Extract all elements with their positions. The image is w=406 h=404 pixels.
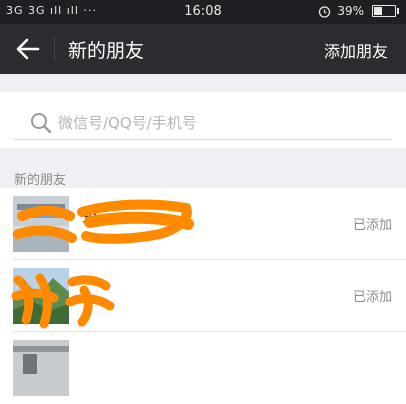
list-item[interactable] bbox=[0, 332, 406, 404]
search-underline bbox=[14, 139, 392, 140]
avatar bbox=[13, 340, 69, 396]
nav-divider bbox=[54, 37, 55, 61]
navigation-bar: 新的朋友 添加朋友 bbox=[0, 24, 406, 74]
section-title: 新的朋友 bbox=[14, 173, 67, 188]
added-status: 已添加 bbox=[352, 290, 392, 305]
list-item[interactable]: 已添加 bbox=[0, 260, 406, 332]
redaction-mark bbox=[11, 273, 115, 329]
battery-percent: 39% bbox=[337, 4, 364, 18]
list-item[interactable]: 更 已添加 bbox=[0, 188, 406, 260]
alarm-icon bbox=[319, 5, 331, 18]
search-icon bbox=[31, 113, 52, 134]
header-spacer bbox=[0, 74, 406, 92]
status-right: 39% bbox=[318, 4, 399, 18]
arrow-left-icon bbox=[16, 38, 40, 60]
battery-icon bbox=[372, 5, 399, 17]
search-input[interactable] bbox=[58, 111, 378, 135]
status-bar: 3G 3G ıll ıll ··· 16:08 39% bbox=[0, 0, 406, 24]
add-friend-button[interactable]: 添加朋友 bbox=[324, 38, 388, 62]
back-button[interactable] bbox=[10, 32, 46, 66]
section-header: 新的朋友 bbox=[0, 148, 406, 188]
added-status: 已添加 bbox=[352, 218, 392, 233]
redaction-mark bbox=[13, 199, 194, 244]
page-title: 新的朋友 bbox=[68, 40, 145, 62]
